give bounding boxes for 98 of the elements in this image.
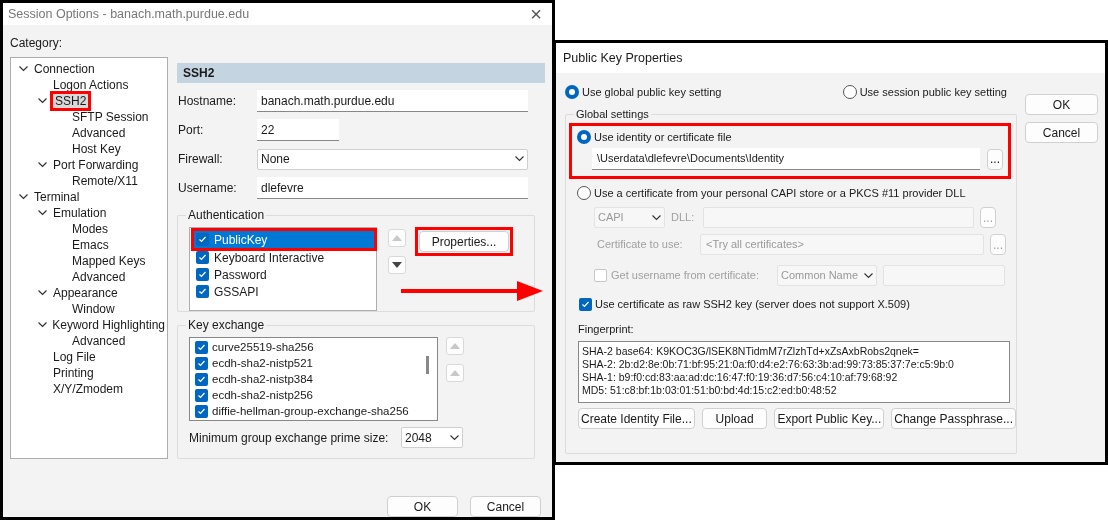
triangle-up-icon — [392, 235, 402, 241]
tree-item[interactable]: Advanced — [70, 270, 128, 284]
radio-label[interactable]: Use global public key setting — [582, 84, 722, 101]
radio-button[interactable] — [842, 85, 857, 100]
text-field[interactable]: 22 — [257, 119, 339, 141]
tree-item[interactable]: Modes — [70, 222, 111, 236]
list-item[interactable]: Password — [194, 266, 374, 283]
checkmark-icon — [581, 299, 590, 309]
fingerprint-line: MD5: 51:c8:bf:1b:03:01:51:b0:bd:4d:15:c2:ed:b0:48:52 — [582, 384, 838, 397]
chevron-icon[interactable] — [38, 290, 47, 296]
chevron-icon[interactable] — [38, 162, 47, 168]
list-item[interactable]: diffie-hellman-group-exchange-sha256 — [195, 404, 424, 418]
tree-item[interactable]: SFTP Session — [70, 110, 151, 124]
chevron-down-icon[interactable] — [515, 156, 524, 162]
tree-item[interactable]: Logon Actions — [51, 78, 131, 92]
path-field[interactable]: \Userdata\dlefevre\Documents\Identity — [592, 148, 980, 170]
field-label: Username: — [177, 180, 238, 197]
tree-item[interactable]: Advanced — [70, 126, 128, 140]
chevron-down-icon[interactable] — [450, 434, 459, 441]
tree-item[interactable]: SSH2 — [53, 94, 89, 108]
certificate-label: Certificate to use: — [596, 237, 684, 253]
radio-button[interactable] — [565, 85, 579, 100]
tree-item[interactable]: Terminal — [32, 190, 82, 204]
window-title: Public Key Properties — [563, 49, 683, 67]
ok-button[interactable]: OK — [1025, 94, 1098, 115]
fingerprint-label: Fingerprint: — [577, 321, 635, 337]
checkbox[interactable] — [195, 372, 208, 386]
checkbox[interactable] — [195, 356, 208, 370]
tree-item[interactable]: Appearance — [51, 286, 120, 300]
browse-button[interactable]: ... — [987, 148, 1003, 170]
tree-item[interactable]: Window — [70, 302, 117, 316]
tree-item[interactable]: Remote/X11 — [70, 174, 140, 188]
action-button[interactable]: Change Passphrase... — [891, 408, 1016, 429]
list-item[interactable]: ecdh-sha2-nistp256 — [195, 388, 424, 402]
checkbox[interactable] — [196, 233, 209, 246]
cancel-button[interactable]: Cancel — [470, 496, 541, 517]
triangle-up-icon — [450, 370, 460, 376]
tree-item[interactable]: Keyword Highlighting — [50, 318, 167, 332]
radio-label[interactable]: Use session public key setting — [859, 84, 1007, 101]
checkbox[interactable] — [579, 297, 592, 311]
chevron-icon[interactable] — [19, 194, 28, 200]
chevron-icon[interactable] — [38, 210, 47, 216]
tree-item[interactable]: X/Y/Zmodem — [51, 382, 126, 396]
chevron-down-icon[interactable] — [652, 214, 661, 221]
text-field[interactable]: dlefevre — [257, 177, 528, 199]
tree-item[interactable]: Printing — [51, 366, 96, 380]
chevron-icon[interactable] — [19, 66, 28, 72]
checkbox[interactable] — [195, 340, 208, 354]
action-button[interactable]: Upload — [701, 408, 768, 429]
panel-header: SSH2 — [177, 63, 545, 83]
scrollbar[interactable] — [426, 356, 429, 374]
group-title: Key exchange — [186, 317, 267, 333]
chevron-icon[interactable] — [38, 98, 47, 104]
list-item[interactable]: curve25519-sha256 — [195, 340, 424, 354]
action-button[interactable]: Export Public Key... — [774, 408, 885, 429]
checkbox[interactable] — [196, 285, 209, 298]
checkbox[interactable] — [195, 388, 208, 402]
list-item[interactable]: GSSAPI — [194, 283, 374, 300]
list-item[interactable]: Keyboard Interactive — [194, 249, 374, 266]
checkbox[interactable] — [196, 251, 209, 264]
dropdown[interactable]: None — [257, 148, 528, 170]
checkbox[interactable] — [196, 268, 209, 281]
cancel-button[interactable]: Cancel — [1025, 122, 1098, 143]
checkbox-label[interactable]: Use certificate as raw SSH2 key (server does not support X.509) — [595, 296, 910, 313]
tree-item[interactable]: Emacs — [70, 238, 111, 252]
checkbox[interactable] — [195, 404, 208, 418]
field-label: Port: — [177, 122, 205, 139]
triangle-up-icon — [450, 343, 460, 349]
fingerprint-line: SHA-2: 2b:d2:8e:0b:71:bf:95:21:0a:f0:d4:e2:76:63:3b:ad:99:73:85:37:7e:c5:9b:0 — [582, 358, 955, 371]
window-title: Session Options - banach.math.purdue.edu — [8, 5, 250, 23]
tree-item[interactable]: Emulation — [51, 206, 109, 220]
field-label: Firewall: — [177, 151, 224, 168]
action-button[interactable]: Create Identity File... — [578, 408, 695, 429]
text-field[interactable]: banach.math.purdue.edu — [257, 90, 528, 112]
chevron-icon[interactable] — [37, 322, 47, 328]
ok-button[interactable]: OK — [387, 496, 458, 517]
fingerprint-line: SHA-1: b9:f0:cd:83:aa:ad:dc:16:47:f0:19:36:d7:56:c4:10:af:79:68:92 — [582, 371, 899, 384]
category-label: Category: — [10, 36, 63, 50]
radio-label[interactable]: Use identity or certificate file — [594, 128, 732, 145]
prime-size-label: Minimum group exchange prime size: — [189, 429, 390, 447]
field-label: Hostname: — [177, 93, 238, 110]
dll-label: DLL: — [671, 210, 696, 226]
properties-button[interactable]: Properties... — [419, 231, 509, 252]
chevron-down-icon[interactable] — [864, 272, 873, 279]
tree-item[interactable]: Log File — [51, 350, 98, 364]
list-item[interactable]: PublicKey — [194, 231, 374, 248]
dropdown[interactable]: 2048 — [401, 427, 463, 448]
tree-item[interactable]: Advanced — [70, 334, 128, 348]
triangle-down-icon — [392, 262, 402, 268]
radio-button[interactable] — [577, 129, 591, 144]
tree-item[interactable]: Connection — [32, 62, 97, 76]
tree-item[interactable]: Mapped Keys — [70, 254, 148, 268]
fingerprint-line: SHA-2 base64: K9KOC3G/lSEK8NTidmM7rZlzhTd+xZsAxbRobs2qnek= — [582, 345, 920, 358]
list-item[interactable]: ecdh-sha2-nistp521 — [195, 356, 424, 370]
tree-item[interactable]: Port Forwarding — [51, 158, 141, 172]
list-item[interactable]: ecdh-sha2-nistp384 — [195, 372, 424, 386]
close-icon[interactable]: × — [530, 4, 542, 24]
tree-item[interactable]: Host Key — [70, 142, 123, 156]
